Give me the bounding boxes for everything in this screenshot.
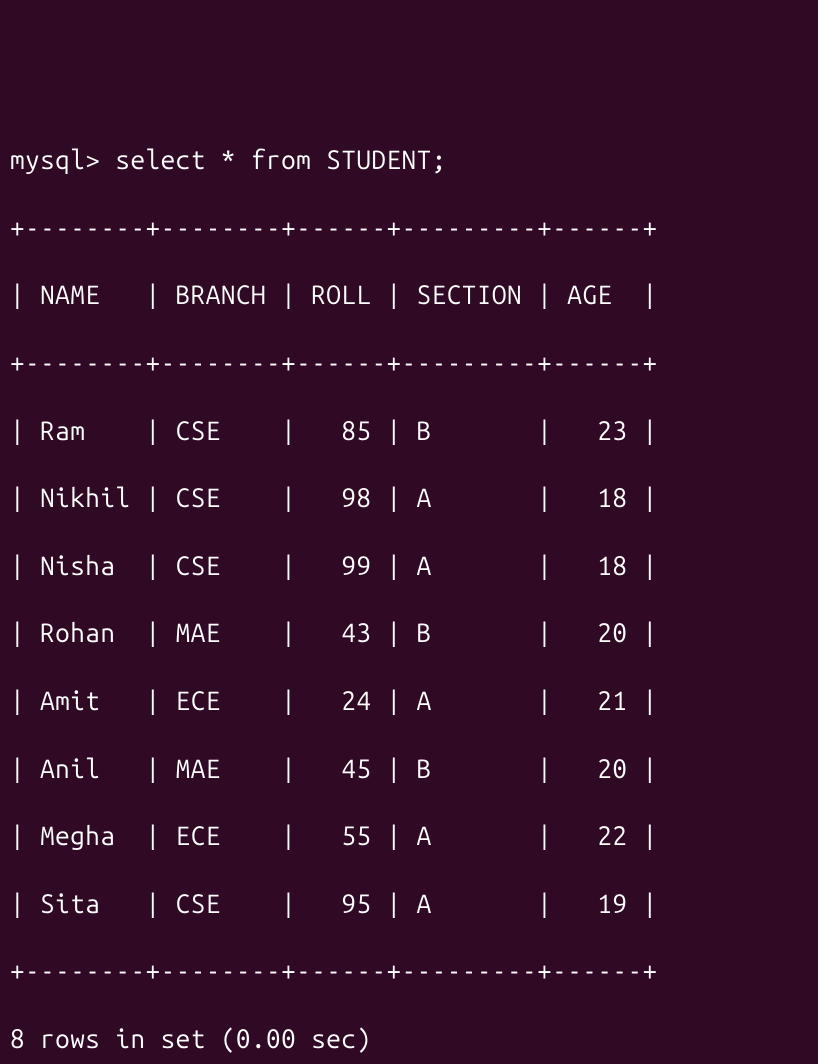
table-row: | Rohan | MAE | 43 | B | 20 | — [10, 616, 808, 650]
table-border-bot: +--------+--------+------+---------+----… — [10, 954, 808, 988]
table-header: | NAME | BRANCH | ROLL | SECTION | AGE | — [10, 278, 808, 312]
table-row: | Nikhil | CSE | 98 | A | 18 | — [10, 481, 808, 515]
sql-query: select * from STUDENT; — [115, 145, 446, 174]
table-row: | Megha | ECE | 55 | A | 22 | — [10, 819, 808, 853]
table-row: | Amit | ECE | 24 | A | 21 | — [10, 684, 808, 718]
mysql-prompt-line: mysql> select * from STUDENT; — [10, 143, 808, 177]
result-footer: 8 rows in set (0.00 sec) — [10, 1022, 808, 1056]
table-border-top: +--------+--------+------+---------+----… — [10, 211, 808, 245]
table-border-mid: +--------+--------+------+---------+----… — [10, 346, 808, 380]
table-row: | Nisha | CSE | 99 | A | 18 | — [10, 549, 808, 583]
table-row: | Anil | MAE | 45 | B | 20 | — [10, 752, 808, 786]
table-row: | Ram | CSE | 85 | B | 23 | — [10, 414, 808, 448]
table-row: | Sita | CSE | 95 | A | 19 | — [10, 887, 808, 921]
mysql-prompt: mysql> — [10, 145, 115, 174]
